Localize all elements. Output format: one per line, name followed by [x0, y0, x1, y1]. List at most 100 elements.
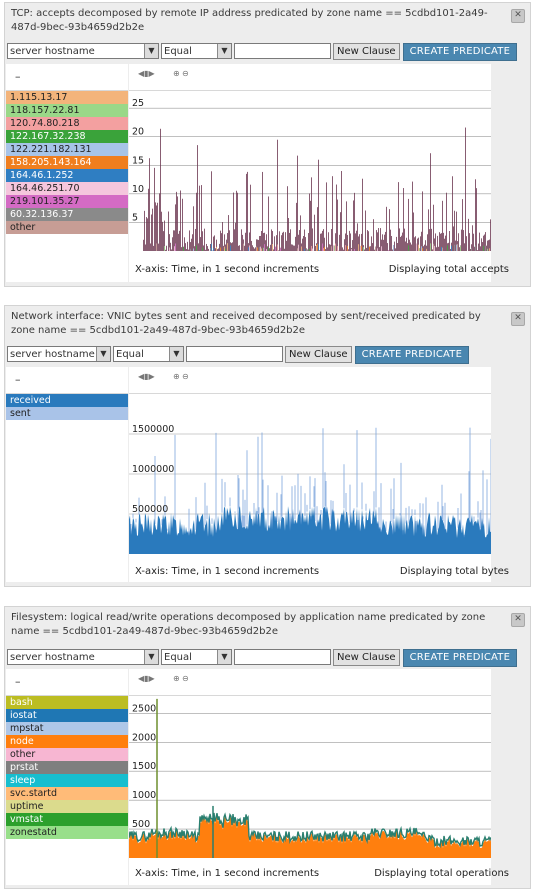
accepts-bar — [410, 242, 411, 251]
chevron-down-icon[interactable]: ▼ — [217, 44, 231, 58]
accepts-bar — [377, 232, 378, 251]
accepts-bar-segment — [211, 243, 212, 251]
zoom-in-icon[interactable]: ⊕ — [173, 674, 180, 683]
chevron-down-icon[interactable]: ▼ — [96, 347, 110, 361]
bytes-plot[interactable]: 500000 1000000 1500000 — [129, 394, 491, 554]
operator-select[interactable]: Equal ▼ — [161, 43, 232, 59]
operator-select[interactable]: Equal ▼ — [161, 649, 232, 665]
chevron-down-icon[interactable]: ▼ — [169, 347, 183, 361]
legend-item[interactable]: other — [6, 221, 128, 234]
collapse-legend-button[interactable]: – — [15, 675, 21, 688]
chevron-down-icon[interactable]: ▼ — [144, 650, 158, 664]
legend-item[interactable]: received — [6, 394, 128, 407]
predicate-value-input[interactable] — [234, 43, 331, 59]
create-predicate-button[interactable]: CREATE PREDICATE — [402, 43, 518, 61]
accepts-bar-segment — [324, 246, 325, 251]
legend-item[interactable]: 122.167.32.238 — [6, 130, 128, 143]
accepts-bar — [449, 231, 450, 251]
chevron-down-icon[interactable]: ▼ — [144, 44, 158, 58]
legend-item[interactable]: 122.221.182.131 — [6, 143, 128, 156]
zoom-out-icon[interactable]: ⊖ — [182, 69, 189, 78]
zoom-in-icon[interactable]: ⊕ — [173, 372, 180, 381]
collapse-legend-button[interactable]: – — [15, 373, 21, 386]
legend-list: 1.115.13.17 118.157.22.81 120.74.80.218 122… — [6, 91, 128, 234]
accepts-plot[interactable]: 5 10 15 20 25 — [129, 91, 491, 251]
accepts-bar — [273, 249, 274, 251]
zoom-out-icon[interactable]: ⊖ — [182, 674, 189, 683]
accepts-bar — [254, 248, 255, 251]
operator-select-value: Equal — [116, 349, 144, 360]
accepts-bar — [221, 233, 222, 251]
legend-item[interactable]: svc.startd — [6, 787, 128, 800]
predicate-clause-row: server hostname ▼ Equal ▼ New Clause CRE… — [7, 43, 518, 61]
field-select[interactable]: server hostname ▼ — [7, 649, 159, 665]
legend-item[interactable]: 60.32.136.37 — [6, 208, 128, 221]
close-icon[interactable]: ✕ — [511, 9, 525, 23]
field-select[interactable]: server hostname ▼ — [7, 346, 111, 362]
predicate-value-input[interactable] — [186, 346, 283, 362]
operations-plot[interactable]: 500 1000 1500 2000 2500 — [129, 696, 491, 858]
field-select[interactable]: server hostname ▼ — [7, 43, 159, 59]
collapse-legend-button[interactable]: – — [15, 70, 21, 83]
accepts-bar — [343, 249, 344, 251]
pan-left-icon[interactable]: ◀▮▶ — [138, 69, 155, 78]
new-clause-button[interactable]: New Clause — [333, 649, 400, 666]
legend-item[interactable]: 120.74.80.218 — [6, 117, 128, 130]
accepts-bar — [160, 128, 161, 251]
legend-item[interactable]: 219.101.35.27 — [6, 195, 128, 208]
legend-item[interactable]: other — [6, 748, 128, 761]
legend-item[interactable]: 118.157.22.81 — [6, 104, 128, 117]
legend-item[interactable]: zonestatd — [6, 826, 128, 839]
accepts-bar — [151, 214, 152, 251]
legend-item[interactable]: 164.46.251.70 — [6, 182, 128, 195]
pan-left-icon[interactable]: ◀▮▶ — [138, 372, 155, 381]
accepts-bar — [415, 236, 416, 251]
legend-item[interactable]: sent — [6, 407, 128, 420]
accepts-bar — [206, 243, 207, 251]
legend-item[interactable]: 158.205.143.164 — [6, 156, 128, 169]
legend-item[interactable]: mpstat — [6, 722, 128, 735]
legend-item[interactable]: 164.46.1.252 — [6, 169, 128, 182]
accepts-bar — [300, 215, 301, 251]
new-clause-button[interactable]: New Clause — [333, 43, 400, 60]
accepts-bar — [250, 184, 251, 251]
create-predicate-button[interactable]: CREATE PREDICATE — [402, 649, 518, 667]
legend-item[interactable]: iostat — [6, 709, 128, 722]
accepts-bar — [401, 235, 402, 251]
accepts-bar-segment — [311, 245, 312, 251]
legend-item[interactable]: vmstat — [6, 813, 128, 826]
accepts-bar — [229, 230, 230, 251]
accepts-bar — [469, 233, 470, 251]
accepts-bar-segment — [301, 246, 302, 251]
zoom-out-icon[interactable]: ⊖ — [182, 372, 189, 381]
accepts-bar-segment — [164, 246, 165, 251]
operator-select[interactable]: Equal ▼ — [113, 346, 184, 362]
legend-item[interactable]: prstat — [6, 761, 128, 774]
close-icon[interactable]: ✕ — [511, 613, 525, 627]
accepts-bar-segment — [354, 248, 355, 251]
predicate-value-input[interactable] — [234, 649, 331, 665]
create-predicate-button[interactable]: CREATE PREDICATE — [354, 346, 470, 364]
accepts-bar — [193, 206, 194, 251]
accepts-bar-segment — [268, 247, 269, 251]
accepts-bar-segment — [433, 243, 434, 251]
new-clause-button[interactable]: New Clause — [285, 346, 352, 363]
zoom-in-icon[interactable]: ⊕ — [173, 69, 180, 78]
accepts-bar — [289, 232, 290, 251]
legend-item[interactable]: bash — [6, 696, 128, 709]
accepts-bar-segment — [489, 248, 490, 251]
accepts-bar — [215, 248, 216, 251]
accepts-bar — [458, 233, 459, 251]
pan-left-icon[interactable]: ◀▮▶ — [138, 674, 155, 683]
legend-item[interactable]: 1.115.13.17 — [6, 91, 128, 104]
accepts-bar — [308, 233, 309, 251]
legend-item[interactable]: uptime — [6, 800, 128, 813]
accepts-bar-segment — [323, 248, 324, 251]
accepts-bar — [232, 242, 233, 251]
close-icon[interactable]: ✕ — [511, 312, 525, 326]
chevron-down-icon[interactable]: ▼ — [217, 650, 231, 664]
legend-item[interactable]: node — [6, 735, 128, 748]
accepts-bar — [223, 245, 224, 251]
legend-item[interactable]: sleep — [6, 774, 128, 787]
accepts-bar — [302, 238, 303, 251]
